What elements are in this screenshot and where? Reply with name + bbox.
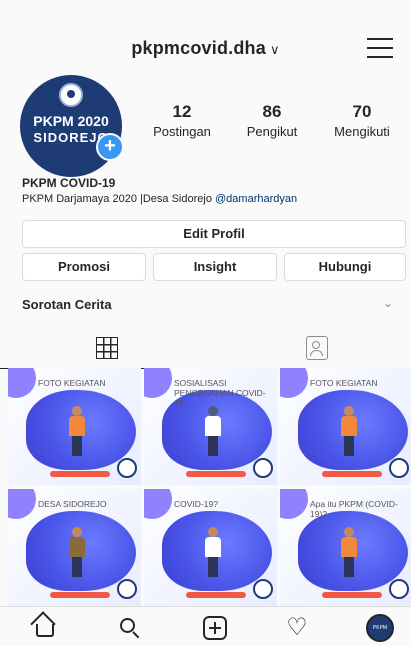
stat-label: Pengikut — [246, 124, 298, 139]
profile-avatar-icon[interactable]: PKPM — [366, 614, 394, 642]
followers-count[interactable]: 86 Pengikut — [232, 102, 312, 139]
menu-icon[interactable] — [367, 38, 393, 58]
profile-bio: PKPM Darjamaya 2020 |Desa Sidorejo @dama… — [22, 193, 297, 205]
chevron-down-icon: ∨ — [269, 42, 280, 57]
post-thumbnail[interactable]: SOSIALISASI PENCEGAHAN COVID-19 — [144, 368, 277, 485]
post-thumbnail[interactable]: FOTO KEGIATAN — [280, 368, 411, 485]
post-caption: Apa itu PKPM (COVID-19)? — [310, 499, 398, 519]
post-caption: COVID-19? — [174, 499, 218, 509]
stat-value: 86 — [262, 102, 282, 121]
post-caption: SOSIALISASI PENCEGAHAN COVID-19 — [174, 378, 266, 408]
post-caption: FOTO KEGIATAN — [310, 378, 378, 388]
post-caption: FOTO KEGIATAN — [38, 378, 106, 388]
tab-posts-grid[interactable] — [0, 330, 206, 369]
bio-text: PKPM Darjamaya 2020 |Desa Sidorejo — [22, 193, 216, 205]
story-highlights-label[interactable]: Sorotan Cerita — [22, 297, 112, 312]
home-icon[interactable] — [36, 624, 54, 637]
edit-profile-button[interactable]: Edit Profil — [22, 220, 406, 248]
contact-button[interactable]: Hubungi — [284, 253, 406, 281]
bottom-nav: ♡ PKPM — [0, 606, 411, 646]
search-icon[interactable] — [118, 616, 142, 640]
chevron-down-icon[interactable]: ⌄ — [383, 296, 393, 310]
post-thumbnail[interactable]: COVID-19? — [144, 489, 277, 606]
stat-value: 12 — [172, 102, 192, 121]
avatar[interactable]: PKPM 2020 SIDOREJO — [20, 75, 122, 177]
tagged-user-icon — [306, 336, 328, 360]
heart-icon[interactable]: ♡ — [285, 616, 309, 640]
stat-value: 70 — [352, 102, 372, 121]
tab-tagged[interactable] — [206, 330, 411, 368]
post-thumbnail[interactable]: DESA SIDOREJO — [8, 489, 141, 606]
profile-name: PKPM COVID-19 — [22, 176, 116, 190]
avatar-line1: PKPM 2020 — [33, 113, 109, 129]
insight-button[interactable]: Insight — [153, 253, 277, 281]
following-count[interactable]: 70 Mengikuti — [322, 102, 402, 139]
post-thumbnail[interactable]: FOTO KEGIATAN — [8, 368, 141, 485]
username-label: pkpmcovid.dha — [131, 38, 266, 58]
add-story-icon[interactable]: + — [96, 133, 124, 161]
promote-button[interactable]: Promosi — [22, 253, 146, 281]
logo-icon — [389, 458, 409, 478]
post-thumbnail[interactable]: Apa itu PKPM (COVID-19)? — [280, 489, 411, 606]
logo-icon — [389, 579, 409, 599]
mention-link[interactable]: @damarhardyan — [215, 193, 297, 205]
add-post-icon[interactable] — [203, 616, 227, 640]
stat-label: Mengikuti — [334, 124, 390, 139]
logo-icon — [253, 579, 273, 599]
logo-icon — [253, 458, 273, 478]
posts-count[interactable]: 12 Postingan — [142, 102, 222, 139]
post-caption: DESA SIDOREJO — [38, 499, 107, 509]
logo-icon — [117, 579, 137, 599]
logo-icon — [59, 83, 83, 107]
posts-grid: FOTO KEGIATAN SOSIALISASI PENCEGAHAN COV… — [8, 368, 411, 606]
stat-label: Postingan — [153, 124, 211, 139]
grid-icon — [96, 337, 118, 359]
logo-icon — [117, 458, 137, 478]
profile-tabs — [0, 330, 411, 369]
account-switcher[interactable]: pkpmcovid.dha ∨ — [0, 38, 411, 59]
